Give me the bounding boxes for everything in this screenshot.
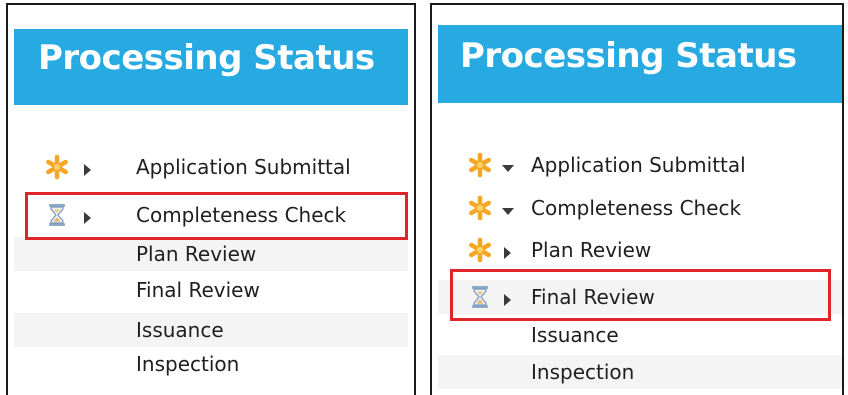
step-final-review[interactable]: Final Review — [438, 280, 842, 314]
asterisk-icon — [467, 195, 493, 221]
step-issuance[interactable]: Issuance — [14, 313, 408, 347]
step-completeness-check[interactable]: Completeness Check — [438, 191, 842, 225]
asterisk-icon — [467, 152, 493, 178]
chevron-right-icon[interactable] — [82, 209, 94, 224]
asterisk-icon — [44, 154, 70, 180]
step-label: Plan Review — [531, 238, 652, 262]
step-label: Issuance — [136, 318, 224, 342]
panel-title: Processing Status — [38, 38, 375, 78]
step-label: Inspection — [531, 360, 635, 384]
processing-status-panel-left: Processing Status Application Submittal … — [6, 3, 416, 395]
step-label: Plan Review — [136, 242, 257, 266]
step-label: Issuance — [531, 323, 619, 347]
chevron-right-icon[interactable] — [502, 244, 514, 259]
step-label: Completeness Check — [531, 196, 742, 220]
step-application-submittal[interactable]: Application Submittal — [438, 148, 842, 182]
step-plan-review[interactable]: Plan Review — [438, 233, 842, 267]
panel-header: Processing Status — [438, 25, 842, 103]
chevron-right-icon[interactable] — [502, 291, 514, 306]
step-label: Application Submittal — [136, 155, 351, 179]
hourglass-icon — [467, 284, 493, 310]
step-label: Final Review — [531, 285, 655, 309]
step-issuance[interactable]: Issuance — [438, 318, 842, 352]
chevron-down-icon[interactable] — [502, 159, 514, 172]
step-plan-review[interactable]: Plan Review — [14, 237, 408, 271]
processing-status-panel-right: Processing Status Application Submittal … — [430, 3, 844, 395]
panel-title: Processing Status — [460, 36, 797, 76]
step-application-submittal[interactable]: Application Submittal — [14, 150, 408, 184]
step-label: Inspection — [136, 352, 240, 376]
step-label: Application Submittal — [531, 153, 746, 177]
hourglass-icon — [44, 202, 70, 228]
step-label: Completeness Check — [136, 203, 347, 227]
step-completeness-check[interactable]: Completeness Check — [14, 198, 408, 232]
chevron-right-icon[interactable] — [82, 161, 94, 176]
step-label: Final Review — [136, 278, 260, 302]
step-inspection[interactable]: Inspection — [14, 347, 408, 381]
step-inspection[interactable]: Inspection — [438, 355, 842, 389]
chevron-down-icon[interactable] — [502, 202, 514, 215]
panel-header: Processing Status — [14, 29, 408, 105]
step-final-review[interactable]: Final Review — [14, 273, 408, 307]
asterisk-icon — [467, 237, 493, 263]
